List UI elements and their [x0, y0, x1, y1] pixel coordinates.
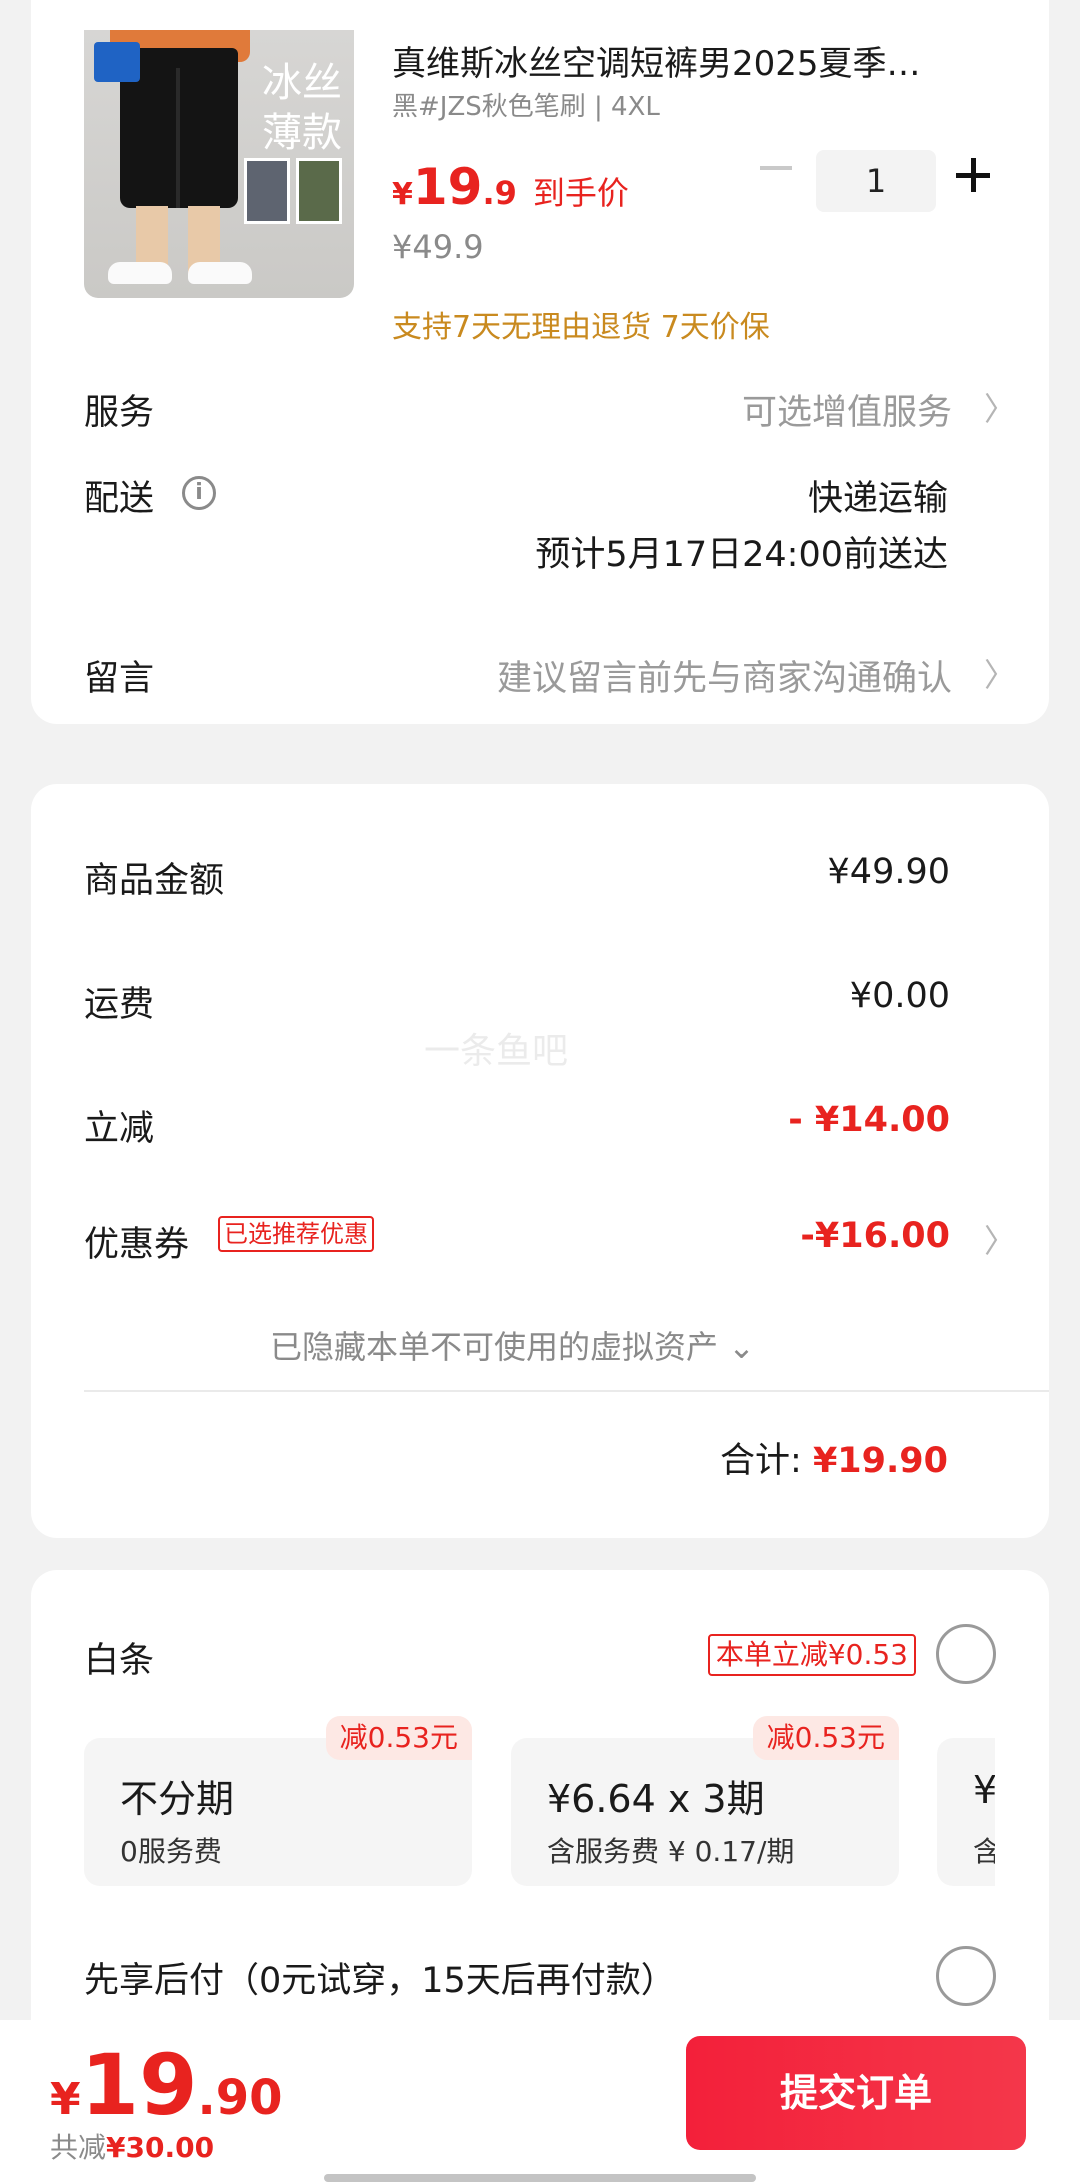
product-spec[interactable]: 黑#JZS秋色笔刷 | 4XL	[392, 86, 660, 123]
message-chevron-icon[interactable]: 〉	[984, 650, 1016, 696]
coupon-label: 优惠券	[84, 1225, 190, 1265]
payable-decimal: .90	[197, 2070, 283, 2126]
total-value: ¥19.90	[812, 1441, 948, 1481]
baitiao-label: 白条	[84, 1641, 155, 1681]
coupon-chevron-icon[interactable]: 〉	[984, 1216, 1016, 1262]
installment-subtitle: 含服务费 ¥ 0.17/期	[547, 1835, 795, 1868]
product-title[interactable]: 真维斯冰丝空调短裤男2025夏季…	[392, 36, 992, 85]
thumb-shoe	[188, 262, 252, 284]
installment-title: 不分期	[120, 1777, 235, 1821]
baitiao-radio[interactable]	[936, 1624, 996, 1684]
pay-later-radio[interactable]	[936, 1946, 996, 2006]
installment-title: ¥6.64 x 3期	[547, 1777, 765, 1821]
watermark: 一条鱼吧	[424, 1031, 569, 1072]
price-integer: 19	[412, 158, 483, 216]
thumb-shoe	[108, 262, 172, 284]
installment-option-3[interactable]: 减0.53元 ¥6.64 x 3期 含服务费 ¥ 0.17/期	[511, 1716, 899, 1886]
thumb-promo-line2: 薄款	[262, 110, 342, 156]
original-price: ¥49.9	[392, 228, 484, 266]
home-indicator[interactable]	[324, 2174, 756, 2182]
discount-value: - ¥14.00	[788, 1100, 950, 1140]
product-price: ¥ 19 .9 到手价	[392, 158, 629, 216]
shipping-value: ¥0.00	[849, 976, 950, 1016]
coupon-value[interactable]: -¥16.00	[800, 1216, 950, 1256]
installment-subtitle: 0服务费	[120, 1835, 222, 1868]
quantity-plus-button[interactable]	[956, 156, 994, 194]
price-decimal: .9	[482, 174, 517, 212]
total-label: 合计:	[720, 1441, 802, 1481]
goods-amount-value: ¥49.90	[827, 852, 950, 892]
payable-total: ¥ 19 .90	[50, 2040, 283, 2130]
coupon-selected-badge: 已选推荐优惠	[218, 1216, 374, 1252]
installment-subtitle: 含	[973, 1835, 995, 1868]
installment-option-none[interactable]: 减0.53元 不分期 0服务费	[84, 1716, 472, 1886]
thumb-variant-green	[296, 158, 342, 224]
shipping-label: 运费	[84, 985, 155, 1025]
total-saved: 共减¥30.00	[50, 2126, 214, 2166]
thumb-promo-line1: 冰丝	[262, 60, 342, 106]
installment-option-partial: ¥ 含	[937, 1738, 995, 1886]
price-currency: ¥	[392, 177, 413, 212]
hidden-assets-toggle[interactable]: 已隐藏本单不可使用的虚拟资产 ⌄	[270, 1322, 755, 1368]
thumb-promo-text: 冰丝 薄款	[252, 58, 352, 158]
quantity-input[interactable]: 1	[816, 150, 936, 212]
payable-integer: 19	[80, 2036, 198, 2134]
saved-label: 共减	[50, 2131, 107, 2164]
saved-amount: ¥30.00	[106, 2131, 215, 2164]
service-value[interactable]: 可选增值服务	[742, 384, 952, 435]
thumb-variant-grey	[244, 158, 290, 224]
brand-logo	[94, 42, 140, 82]
quantity-minus-button[interactable]	[760, 166, 792, 170]
delivery-method: 快递运输	[807, 479, 948, 519]
message-label: 留言	[84, 659, 155, 699]
goods-amount-label: 商品金额	[84, 861, 225, 901]
submit-order-button[interactable]: 提交订单	[686, 2036, 1026, 2150]
delivery-label: 配送	[84, 479, 155, 519]
message-input[interactable]: 建议留言前先与商家沟通确认	[497, 650, 952, 701]
installment-discount-badge: 减0.53元	[752, 1716, 899, 1760]
discount-label: 立减	[84, 1109, 155, 1149]
price-tag: 到手价	[532, 174, 629, 212]
service-chevron-icon[interactable]: 〉	[984, 384, 1016, 430]
order-total: 合计: ¥19.90	[720, 1432, 948, 1483]
installment-option-more[interactable]: ¥ 含	[937, 1738, 995, 1886]
delivery-eta: 预计5月17日24:00前送达	[535, 535, 948, 575]
pay-later-label: 先享后付（0元试穿，15天后再付款）	[84, 1961, 676, 2001]
installment-title: ¥	[973, 1768, 995, 1812]
service-label: 服务	[84, 393, 155, 433]
info-icon[interactable]: i	[182, 476, 216, 510]
installment-discount-badge: 减0.53元	[325, 1716, 472, 1760]
divider	[84, 1390, 1049, 1392]
payable-currency: ¥	[50, 2074, 81, 2125]
baitiao-promo-badge: 本单立减¥0.53	[707, 1634, 916, 1676]
guarantee-text: 支持7天无理由退货 7天价保	[392, 310, 770, 345]
product-thumbnail[interactable]: 冰丝 薄款	[84, 30, 354, 298]
